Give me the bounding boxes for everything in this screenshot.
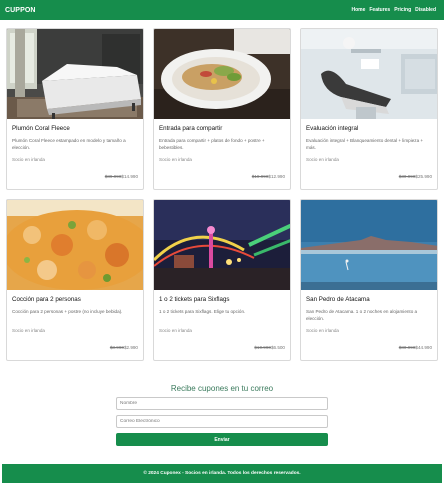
card-partner: Socio en irlanda <box>306 328 339 333</box>
card-price: $3.990$2.990 <box>110 345 138 350</box>
card-description: Evaluación integral + Blanqueamiento den… <box>306 138 424 150</box>
submit-button[interactable]: Enviar <box>116 433 328 446</box>
bedroom-photo <box>7 29 143 119</box>
coupon-grid: Plumón Coral Fleece Plumón Coral Fleece … <box>6 28 438 361</box>
card-title: Evaluación integral <box>306 125 359 132</box>
card-description: Plumón Coral Fleece estampado en modelo … <box>12 138 126 150</box>
nav-disabled-link: Disabled <box>415 7 436 13</box>
nav-home-link[interactable]: Home <box>351 7 365 13</box>
old-price: $10.990 <box>254 345 271 350</box>
card-partner: Socio en irlanda <box>159 328 192 333</box>
coupon-card[interactable]: Evaluación integral Evaluación integral … <box>300 28 438 190</box>
old-price: $89.990 <box>104 174 122 179</box>
card-title: Entrada para compartir <box>159 125 223 132</box>
coupon-card[interactable]: Cocción para 2 personas Cocción para 2 p… <box>6 199 144 361</box>
new-price: $25.990 <box>415 174 432 179</box>
card-description: Cocción para 2 personas + postre (no inc… <box>12 309 123 314</box>
newsletter-section: Recibe cupones en tu correo Enviar <box>0 384 444 446</box>
new-price: $44.990 <box>415 345 432 350</box>
coupon-card[interactable]: Plumón Coral Fleece Plumón Coral Fleece … <box>6 28 144 190</box>
coupon-card[interactable]: 1 o 2 tickets para Sixflags 1 o 2 ticket… <box>153 199 291 361</box>
card-partner: Socio en irlanda <box>12 328 45 333</box>
new-price: $14.990 <box>121 174 138 179</box>
card-description: Entrada para compartir + platos de fondo… <box>159 138 265 150</box>
old-price: $18.990 <box>251 174 269 179</box>
card-partner: Socio en irlanda <box>12 157 45 162</box>
nav-pricing-link[interactable]: Pricing <box>394 7 411 13</box>
card-title: Cocción para 2 personas <box>12 296 81 303</box>
new-price: $12.990 <box>268 174 285 179</box>
old-price: $30.990 <box>398 174 416 179</box>
newsletter-heading: Recibe cupones en tu correo <box>170 384 274 393</box>
card-price: $30.990$25.990 <box>399 174 432 179</box>
old-price: $3.990 <box>109 345 124 350</box>
card-partner: Socio en irlanda <box>159 157 192 162</box>
amusement-park-photo <box>154 200 290 290</box>
new-price: $6.500 <box>270 345 285 350</box>
old-price: $80.990 <box>398 345 416 350</box>
card-partner: Socio en irlanda <box>306 157 339 162</box>
email-field[interactable] <box>116 415 328 428</box>
card-description: San Pedro de Atacama. 1 o 2 noches en al… <box>306 309 418 321</box>
coupon-card[interactable]: Entrada para compartir Entrada para comp… <box>153 28 291 190</box>
new-price: $2.990 <box>123 345 138 350</box>
name-field[interactable] <box>116 397 328 410</box>
card-price: $80.990$44.990 <box>399 345 432 350</box>
card-description: 1 o 2 tickets para Sixflags. Elige tu op… <box>159 309 246 314</box>
top-navbar: CUPPON Home Features Pricing Disabled <box>0 0 444 20</box>
atacama-lake-photo <box>301 200 437 290</box>
card-title: San Pedro de Atacama <box>306 296 370 303</box>
brand-logo[interactable]: CUPPON <box>5 7 36 14</box>
card-title: Plumón Coral Fleece <box>12 125 70 132</box>
card-price: $18.990$12.990 <box>252 174 285 179</box>
coupon-card[interactable]: San Pedro de Atacama San Pedro de Atacam… <box>300 199 438 361</box>
dental-clinic-photo <box>301 29 437 119</box>
footer-text: © 2024 Cuponex - Socios en irlanda. Todo… <box>143 471 301 476</box>
card-title: 1 o 2 tickets para Sixflags <box>159 296 230 303</box>
nav-features-link[interactable]: Features <box>369 7 390 13</box>
card-price: $89.990$14.990 <box>105 174 138 179</box>
food-plate-photo <box>154 29 290 119</box>
nav-links: Home Features Pricing Disabled <box>351 7 436 13</box>
page-footer: © 2024 Cuponex - Socios en irlanda. Todo… <box>2 464 442 483</box>
seafood-photo <box>7 200 143 290</box>
card-price: $10.990$6.500 <box>254 345 285 350</box>
